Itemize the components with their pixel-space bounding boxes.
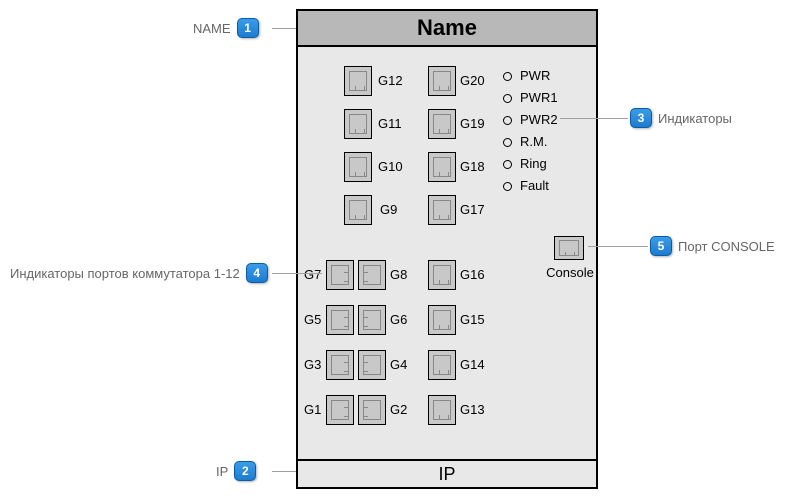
callout-5-badge: 5 [650, 236, 672, 256]
port-g12 [344, 66, 372, 96]
port-g11 [344, 109, 372, 139]
callout-3: 3 Индикаторы [630, 108, 732, 128]
leader-5 [588, 246, 648, 247]
port-label-g4: G4 [390, 357, 407, 372]
callout-4: Индикаторы портов коммутатора 1-12 4 [10, 263, 268, 283]
port-g6 [358, 305, 386, 335]
console-label: Console [542, 265, 598, 280]
port-g13 [428, 395, 456, 425]
callout-1-badge: 1 [237, 18, 259, 38]
callout-2: IP 2 [216, 461, 256, 481]
port-label-g7: G7 [304, 267, 321, 282]
callout-1: NAME 1 [193, 18, 259, 38]
callout-4-badge: 4 [246, 263, 268, 283]
led-label-pwr: PWR [520, 68, 550, 83]
port-label-g19: G19 [460, 116, 485, 131]
led-label-pwr1: PWR1 [520, 90, 558, 105]
console-port [554, 236, 584, 260]
port-g16 [428, 260, 456, 290]
port-label-g10: G10 [378, 159, 403, 174]
led-rm [503, 138, 512, 147]
port-g9 [344, 195, 372, 225]
callout-1-text: NAME [193, 21, 231, 36]
led-fault [503, 182, 512, 191]
led-label-pwr2: PWR2 [520, 112, 558, 127]
port-label-g3: G3 [304, 357, 321, 372]
port-label-g9: G9 [380, 202, 397, 217]
port-label-g13: G13 [460, 402, 485, 417]
port-g5 [326, 305, 354, 335]
led-label-fault: Fault [520, 178, 549, 193]
led-pwr1 [503, 94, 512, 103]
led-label-rm: R.M. [520, 134, 547, 149]
led-ring [503, 160, 512, 169]
port-label-g8: G8 [390, 267, 407, 282]
port-g15 [428, 305, 456, 335]
callout-4-text: Индикаторы портов коммутатора 1-12 [10, 266, 240, 281]
callout-3-text: Индикаторы [658, 111, 732, 126]
port-label-g18: G18 [460, 159, 485, 174]
port-g10 [344, 152, 372, 182]
callout-2-badge: 2 [234, 461, 256, 481]
port-g1 [326, 395, 354, 425]
port-label-g5: G5 [304, 312, 321, 327]
port-label-g15: G15 [460, 312, 485, 327]
port-label-g11: G11 [378, 116, 402, 131]
leader-4 [272, 273, 322, 274]
callout-5: 5 Порт CONSOLE [650, 236, 775, 256]
port-label-g20: G20 [460, 73, 485, 88]
leader-1 [272, 28, 296, 29]
leader-2 [272, 471, 296, 472]
port-g20 [428, 66, 456, 96]
led-label-ring: Ring [520, 156, 547, 171]
led-pwr2 [503, 116, 512, 125]
device-ip: IP [438, 464, 455, 485]
leader-3 [560, 118, 628, 119]
port-label-g16: G16 [460, 267, 485, 282]
device-panel: Name IP G12 G11 G10 G9 G20 G19 G18 G17 G… [296, 9, 598, 489]
port-label-g6: G6 [390, 312, 407, 327]
port-g7 [326, 260, 354, 290]
port-g14 [428, 350, 456, 380]
callout-2-text: IP [216, 464, 228, 479]
port-g18 [428, 152, 456, 182]
port-label-g2: G2 [390, 402, 407, 417]
port-g2 [358, 395, 386, 425]
port-g19 [428, 109, 456, 139]
port-label-g14: G14 [460, 357, 485, 372]
port-label-g17: G17 [460, 202, 485, 217]
device-ip-bar: IP [298, 459, 596, 487]
port-g3 [326, 350, 354, 380]
port-g8 [358, 260, 386, 290]
port-label-g1: G1 [304, 402, 321, 417]
port-g17 [428, 195, 456, 225]
port-label-g12: G12 [378, 73, 403, 88]
port-g4 [358, 350, 386, 380]
led-pwr [503, 72, 512, 81]
device-name: Name [417, 15, 477, 41]
device-name-bar: Name [298, 11, 596, 47]
callout-3-badge: 3 [630, 108, 652, 128]
callout-5-text: Порт CONSOLE [678, 239, 775, 254]
